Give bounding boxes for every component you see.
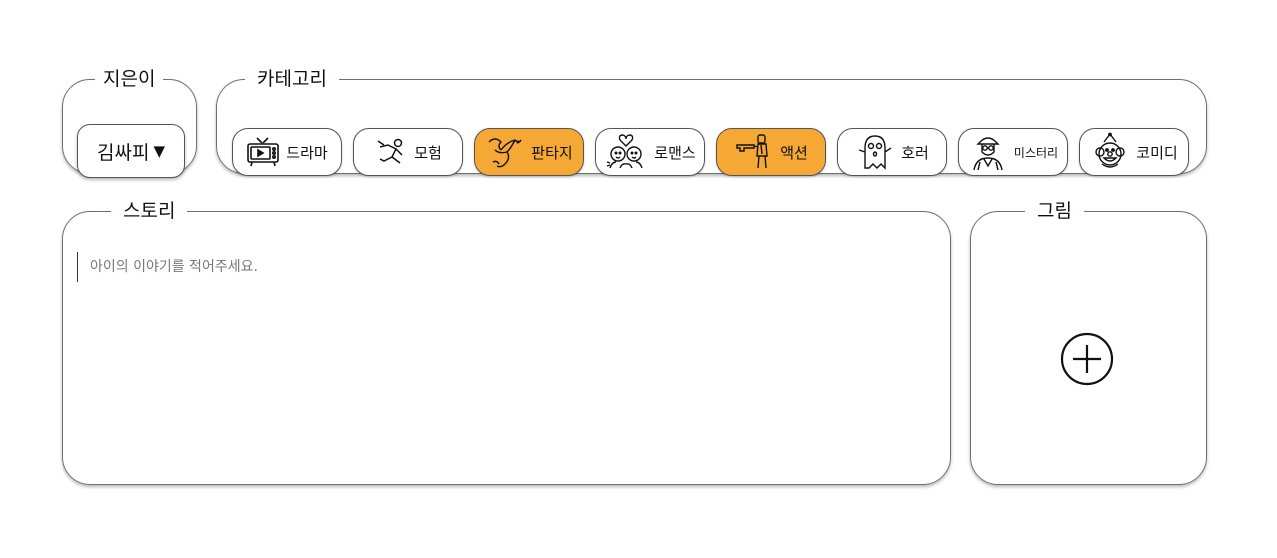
- running-figure-icon: [374, 137, 408, 167]
- category-chip-label: 호러: [901, 143, 929, 162]
- dragon-icon: [485, 132, 525, 172]
- author-selected-value: 김싸피: [97, 141, 150, 164]
- drawing-legend: 그림: [1037, 200, 1072, 222]
- category-chip-romance[interactable]: 로맨스: [595, 128, 705, 176]
- tv-icon: [246, 136, 280, 168]
- add-drawing-button[interactable]: [1059, 331, 1115, 387]
- drawing-group: 그림: [970, 200, 1207, 485]
- category-group: 카테고리 드라마 모험 판타지 로맨스 액션 호러 미스터리 코미디: [216, 68, 1207, 176]
- story-legend: 스토리: [123, 200, 176, 222]
- category-chip-label: 액션: [780, 143, 808, 162]
- category-chip-label: 로맨스: [654, 143, 696, 162]
- couple-heart-icon: [604, 132, 648, 172]
- category-chip-list: 드라마 모험 판타지 로맨스 액션 호러 미스터리 코미디: [232, 128, 1189, 176]
- category-chip-label: 미스터리: [1013, 145, 1059, 160]
- author-group: 지은이 김싸피 ▼: [62, 68, 197, 178]
- dropdown-arrow-icon: ▼: [153, 142, 165, 160]
- category-chip-horror[interactable]: 호러: [837, 128, 947, 176]
- category-chip-comedy[interactable]: 코미디: [1079, 128, 1189, 176]
- author-legend: 지은이: [103, 68, 156, 90]
- category-chip-drama[interactable]: 드라마: [232, 128, 342, 176]
- clown-icon: [1090, 132, 1130, 172]
- detective-icon: [968, 132, 1008, 172]
- gunman-icon: [734, 132, 774, 172]
- plus-circle-icon: [1060, 332, 1114, 386]
- category-chip-mystery[interactable]: 미스터리: [958, 128, 1068, 176]
- category-chip-label: 모험: [414, 143, 442, 162]
- category-legend: 카테고리: [257, 68, 327, 90]
- author-select[interactable]: 김싸피 ▼: [77, 124, 185, 178]
- story-group: 스토리: [62, 200, 951, 485]
- category-chip-adventure[interactable]: 모험: [353, 128, 463, 176]
- category-chip-label: 코미디: [1136, 143, 1178, 162]
- category-chip-label: 드라마: [286, 143, 328, 162]
- category-chip-label: 판타지: [531, 143, 573, 162]
- category-chip-action[interactable]: 액션: [716, 128, 826, 176]
- ghost-icon: [855, 132, 895, 172]
- story-input[interactable]: [77, 252, 927, 282]
- category-chip-fantasy[interactable]: 판타지: [474, 128, 584, 176]
